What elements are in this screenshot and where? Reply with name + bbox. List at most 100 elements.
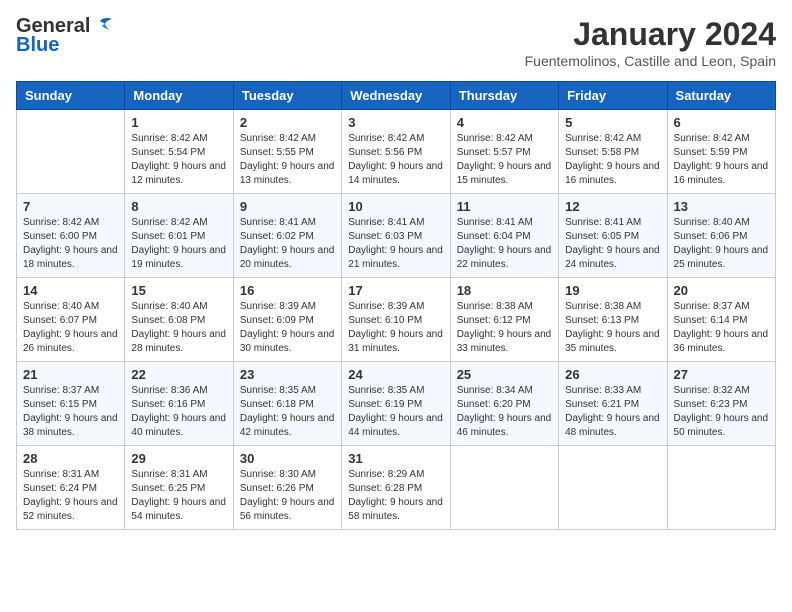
- calendar-cell: 3 Sunrise: 8:42 AMSunset: 5:56 PMDaylight…: [342, 110, 450, 194]
- day-number: 22: [131, 367, 226, 382]
- calendar-cell: 25Sunrise: 8:34 AMSunset: 6:20 PMDayligh…: [450, 362, 558, 446]
- calendar-cell: 30 Sunrise: 8:30 AMSunset: 6:26 PMDayligh…: [233, 446, 341, 530]
- location-subtitle: Fuentemolinos, Castille and Leon, Spain: [525, 53, 776, 69]
- calendar-week-row: 7 Sunrise: 8:42 AMSunset: 6:00 PMDaylight…: [17, 194, 776, 278]
- day-info: Sunrise: 8:39 AMSunset: 6:09 PMDaylight:…: [240, 300, 335, 356]
- calendar-cell: 7 Sunrise: 8:42 AMSunset: 6:00 PMDaylight…: [17, 194, 125, 278]
- day-number: 21: [23, 367, 118, 382]
- weekday-header-cell: Saturday: [667, 82, 775, 110]
- day-number: 12: [565, 199, 660, 214]
- calendar-cell: [450, 446, 558, 530]
- day-info: Sunrise: 8:41 AMSunset: 6:03 PMDaylight:…: [348, 216, 443, 272]
- day-number: 14: [23, 283, 118, 298]
- day-number: 15: [131, 283, 226, 298]
- calendar-cell: 20Sunrise: 8:37 AMSunset: 6:14 PMDayligh…: [667, 278, 775, 362]
- calendar-cell: 23 Sunrise: 8:35 AMSunset: 6:18 PMDayligh…: [233, 362, 341, 446]
- day-info: Sunrise: 8:40 AMSunset: 6:07 PMDaylight:…: [23, 300, 118, 356]
- day-info: Sunrise: 8:41 AMSunset: 6:02 PMDaylight:…: [240, 216, 335, 272]
- day-number: 19: [565, 283, 660, 298]
- day-info: Sunrise: 8:40 AMSunset: 6:06 PMDaylight:…: [674, 216, 769, 272]
- calendar-body: 1Sunrise: 8:42 AMSunset: 5:54 PMDaylight…: [17, 110, 776, 530]
- calendar-cell: [559, 446, 667, 530]
- day-number: 29: [131, 451, 226, 466]
- day-info: Sunrise: 8:30 AMSunset: 6:26 PMDaylight:…: [240, 468, 335, 524]
- day-number: 25: [457, 367, 552, 382]
- calendar-cell: 6 Sunrise: 8:42 AMSunset: 5:59 PMDaylight…: [667, 110, 775, 194]
- day-number: 26: [565, 367, 660, 382]
- day-number: 28: [23, 451, 118, 466]
- day-info: Sunrise: 8:31 AMSunset: 6:25 PMDaylight:…: [131, 468, 226, 524]
- weekday-header-row: SundayMondayTuesdayWednesdayThursdayFrid…: [17, 82, 776, 110]
- calendar-cell: 2 Sunrise: 8:42 AMSunset: 5:55 PMDaylight…: [233, 110, 341, 194]
- logo: General Blue: [16, 16, 114, 57]
- day-info: Sunrise: 8:36 AMSunset: 6:16 PMDaylight:…: [131, 384, 226, 440]
- calendar-week-row: 28 Sunrise: 8:31 AMSunset: 6:24 PMDayligh…: [17, 446, 776, 530]
- day-number: 30: [240, 451, 335, 466]
- day-number: 1: [131, 115, 226, 130]
- calendar-week-row: 1Sunrise: 8:42 AMSunset: 5:54 PMDaylight…: [17, 110, 776, 194]
- day-info: Sunrise: 8:42 AMSunset: 5:59 PMDaylight:…: [674, 132, 769, 188]
- calendar-cell: 26Sunrise: 8:33 AMSunset: 6:21 PMDayligh…: [559, 362, 667, 446]
- day-info: Sunrise: 8:42 AMSunset: 5:55 PMDaylight:…: [240, 132, 335, 188]
- day-info: Sunrise: 8:35 AMSunset: 6:18 PMDaylight:…: [240, 384, 335, 440]
- day-number: 16: [240, 283, 335, 298]
- day-info: Sunrise: 8:41 AMSunset: 6:05 PMDaylight:…: [565, 216, 660, 272]
- calendar-cell: 21Sunrise: 8:37 AMSunset: 6:15 PMDayligh…: [17, 362, 125, 446]
- calendar-table: SundayMondayTuesdayWednesdayThursdayFrid…: [16, 81, 776, 530]
- calendar-cell: [17, 110, 125, 194]
- title-block: January 2024 Fuentemolinos, Castille and…: [525, 16, 776, 69]
- weekday-header-cell: Tuesday: [233, 82, 341, 110]
- day-number: 11: [457, 199, 552, 214]
- calendar-cell: 5 Sunrise: 8:42 AMSunset: 5:58 PMDaylight…: [559, 110, 667, 194]
- day-number: 5: [565, 115, 660, 130]
- day-number: 23: [240, 367, 335, 382]
- calendar-cell: 10 Sunrise: 8:41 AMSunset: 6:03 PMDayligh…: [342, 194, 450, 278]
- calendar-cell: 27 Sunrise: 8:32 AMSunset: 6:23 PMDayligh…: [667, 362, 775, 446]
- weekday-header-cell: Thursday: [450, 82, 558, 110]
- day-number: 3: [348, 115, 443, 130]
- calendar-cell: 15 Sunrise: 8:40 AMSunset: 6:08 PMDayligh…: [125, 278, 233, 362]
- day-info: Sunrise: 8:38 AMSunset: 6:13 PMDaylight:…: [565, 300, 660, 356]
- day-info: Sunrise: 8:42 AMSunset: 6:01 PMDaylight:…: [131, 216, 226, 272]
- weekday-header-cell: Sunday: [17, 82, 125, 110]
- day-info: Sunrise: 8:42 AMSunset: 5:56 PMDaylight:…: [348, 132, 443, 188]
- day-number: 8: [131, 199, 226, 214]
- calendar-cell: 16 Sunrise: 8:39 AMSunset: 6:09 PMDayligh…: [233, 278, 341, 362]
- day-info: Sunrise: 8:40 AMSunset: 6:08 PMDaylight:…: [131, 300, 226, 356]
- calendar-cell: 12 Sunrise: 8:41 AMSunset: 6:05 PMDayligh…: [559, 194, 667, 278]
- day-number: 9: [240, 199, 335, 214]
- day-info: Sunrise: 8:32 AMSunset: 6:23 PMDaylight:…: [674, 384, 769, 440]
- day-number: 2: [240, 115, 335, 130]
- calendar-cell: 29 Sunrise: 8:31 AMSunset: 6:25 PMDayligh…: [125, 446, 233, 530]
- calendar-cell: 28 Sunrise: 8:31 AMSunset: 6:24 PMDayligh…: [17, 446, 125, 530]
- page-header: General Blue January 2024 Fuentemolinos,…: [16, 16, 776, 69]
- day-number: 27: [674, 367, 769, 382]
- calendar-cell: 19 Sunrise: 8:38 AMSunset: 6:13 PMDayligh…: [559, 278, 667, 362]
- day-number: 17: [348, 283, 443, 298]
- day-info: Sunrise: 8:37 AMSunset: 6:14 PMDaylight:…: [674, 300, 769, 356]
- calendar-cell: 17Sunrise: 8:39 AMSunset: 6:10 PMDayligh…: [342, 278, 450, 362]
- day-info: Sunrise: 8:35 AMSunset: 6:19 PMDaylight:…: [348, 384, 443, 440]
- calendar-cell: 8 Sunrise: 8:42 AMSunset: 6:01 PMDaylight…: [125, 194, 233, 278]
- calendar-cell: [667, 446, 775, 530]
- day-info: Sunrise: 8:29 AMSunset: 6:28 PMDaylight:…: [348, 468, 443, 524]
- day-number: 4: [457, 115, 552, 130]
- day-info: Sunrise: 8:42 AMSunset: 6:00 PMDaylight:…: [23, 216, 118, 272]
- day-number: 31: [348, 451, 443, 466]
- day-info: Sunrise: 8:42 AMSunset: 5:58 PMDaylight:…: [565, 132, 660, 188]
- logo-text: Blue: [16, 34, 59, 57]
- day-number: 6: [674, 115, 769, 130]
- logo-bird-icon: [92, 17, 114, 35]
- calendar-week-row: 21Sunrise: 8:37 AMSunset: 6:15 PMDayligh…: [17, 362, 776, 446]
- weekday-header-cell: Friday: [559, 82, 667, 110]
- calendar-cell: 11Sunrise: 8:41 AMSunset: 6:04 PMDayligh…: [450, 194, 558, 278]
- day-info: Sunrise: 8:31 AMSunset: 6:24 PMDaylight:…: [23, 468, 118, 524]
- weekday-header-cell: Monday: [125, 82, 233, 110]
- month-year-title: January 2024: [525, 16, 776, 53]
- day-info: Sunrise: 8:38 AMSunset: 6:12 PMDaylight:…: [457, 300, 552, 356]
- calendar-cell: 18Sunrise: 8:38 AMSunset: 6:12 PMDayligh…: [450, 278, 558, 362]
- day-info: Sunrise: 8:42 AMSunset: 5:57 PMDaylight:…: [457, 132, 552, 188]
- day-number: 7: [23, 199, 118, 214]
- day-number: 10: [348, 199, 443, 214]
- day-number: 13: [674, 199, 769, 214]
